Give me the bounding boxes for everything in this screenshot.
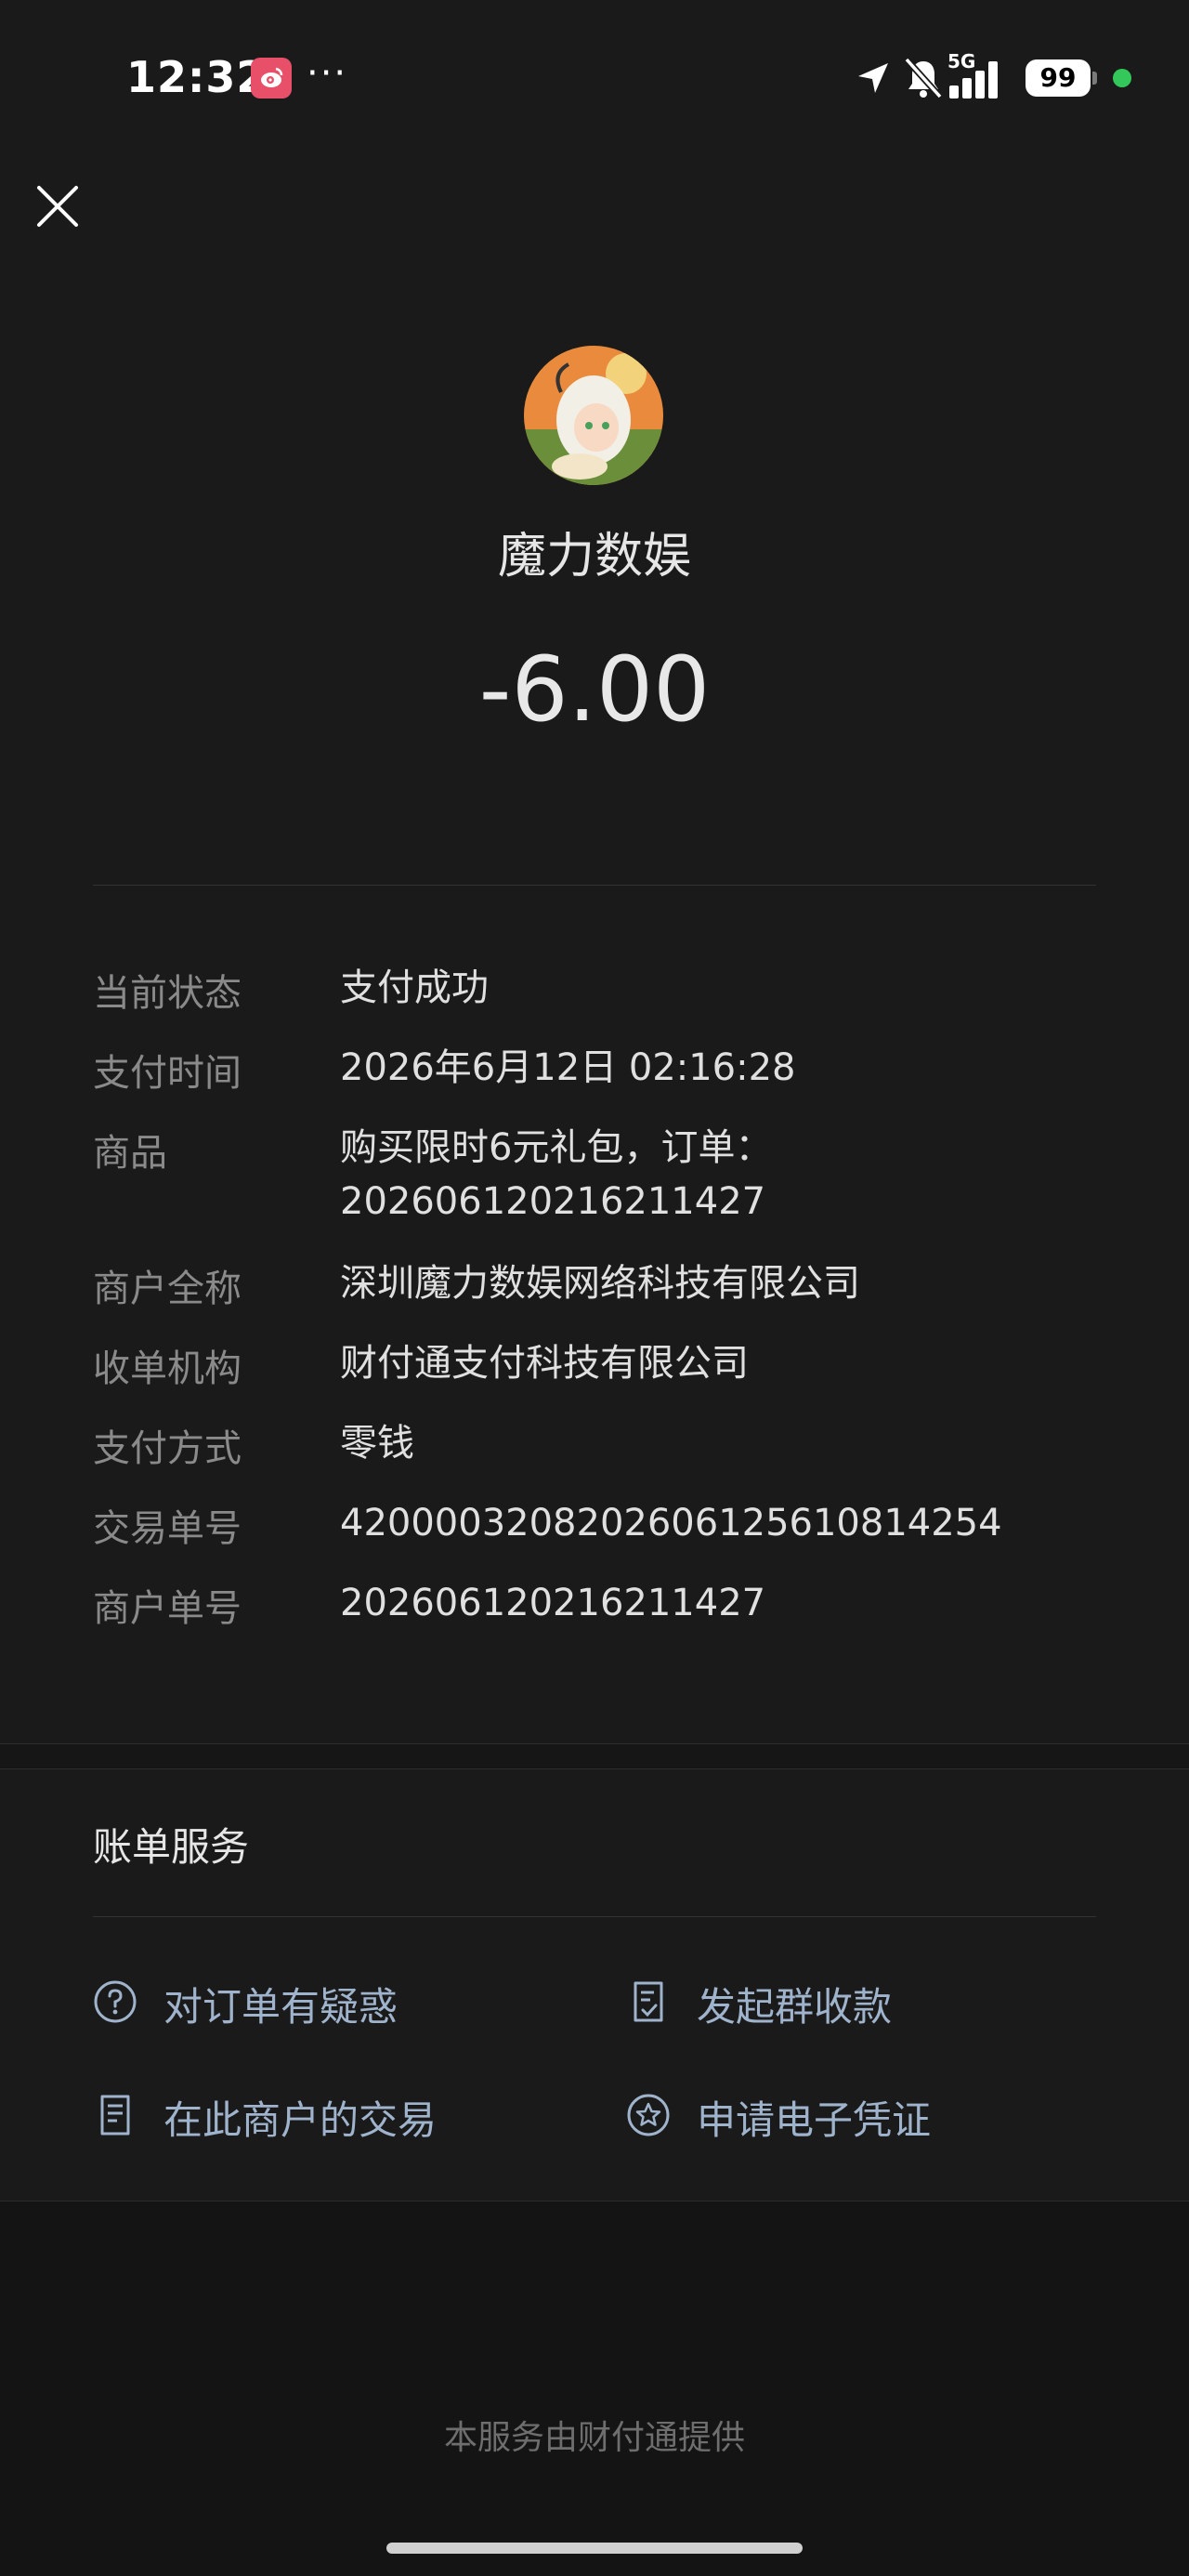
detail-value-pay-method: 零钱 xyxy=(340,1422,414,1465)
detail-value-product-order: 202606120216211427 xyxy=(340,1180,766,1223)
section-divider xyxy=(0,1768,1189,1769)
group-collection-label: 发起群收款 xyxy=(697,1984,893,2030)
merchant-avatar xyxy=(524,346,663,485)
star-badge-icon xyxy=(626,2093,671,2141)
receipt-icon xyxy=(93,2093,137,2141)
status-time: 12:32 xyxy=(126,52,268,102)
detail-label-merchant-order-id: 商户单号 xyxy=(93,1587,242,1630)
payment-amount: -6.00 xyxy=(478,637,711,742)
detail-label-status: 当前状态 xyxy=(93,972,242,1015)
weibo-icon xyxy=(251,58,292,99)
detail-value-acquirer: 财付通支付科技有限公司 xyxy=(340,1342,749,1385)
privacy-indicator-dot xyxy=(1113,69,1131,87)
bottom-area xyxy=(0,2201,1189,2576)
close-icon xyxy=(37,186,78,227)
home-indicator[interactable] xyxy=(386,2543,803,2554)
merchant-name: 魔力数娱 xyxy=(497,529,691,585)
detail-label-merchant-full-name: 商户全称 xyxy=(93,1268,242,1310)
more-notifications-icon: ··· xyxy=(307,52,348,95)
battery-icon: 99 xyxy=(1026,59,1091,97)
detail-value-product: 购买限时6元礼包，订单： xyxy=(340,1126,773,1169)
footer-text: 本服务由财付通提供 xyxy=(443,2419,745,2457)
bell-muted-icon xyxy=(903,56,944,104)
detail-value-status: 支付成功 xyxy=(340,966,489,1009)
group-collection-link[interactable]: 发起群收款 xyxy=(626,1970,1091,2035)
e-voucher-label: 申请电子凭证 xyxy=(697,2097,932,2143)
detail-label-product: 商品 xyxy=(93,1132,167,1175)
detail-value-transaction-id[interactable]: 4200003208202606125610814254 xyxy=(340,1496,1102,1550)
detail-value-merchant-order-id[interactable]: 202606120216211427 xyxy=(340,1576,1102,1630)
location-arrow-icon xyxy=(855,59,892,100)
merchant-transactions-label: 在此商户的交易 xyxy=(163,2097,438,2143)
e-voucher-link[interactable]: 申请电子凭证 xyxy=(626,2083,1091,2149)
detail-value-merchant-full-name: 深圳魔力数娱网络科技有限公司 xyxy=(340,1262,860,1305)
detail-label-pay-time: 支付时间 xyxy=(93,1052,242,1095)
merchant-transactions-link[interactable]: 在此商户的交易 xyxy=(93,2083,576,2149)
detail-value-pay-time: 2026年6月12日 02:16:28 xyxy=(340,1046,796,1089)
question-circle-icon xyxy=(93,1979,137,2028)
detail-label-transaction-id: 交易单号 xyxy=(93,1507,242,1550)
document-check-icon xyxy=(626,1979,671,2028)
divider xyxy=(93,1916,1096,1917)
section-gap xyxy=(0,1744,1189,1768)
order-question-link[interactable]: 对订单有疑惑 xyxy=(93,1970,557,2035)
close-button[interactable] xyxy=(33,182,82,230)
battery-tip xyxy=(1092,72,1097,85)
order-question-label: 对订单有疑惑 xyxy=(163,1984,399,2030)
detail-label-pay-method: 支付方式 xyxy=(93,1427,242,1470)
signal-bars-icon xyxy=(949,54,1016,104)
detail-label-acquirer: 收单机构 xyxy=(93,1347,242,1390)
divider xyxy=(93,885,1096,886)
services-title: 账单服务 xyxy=(93,1824,250,1870)
